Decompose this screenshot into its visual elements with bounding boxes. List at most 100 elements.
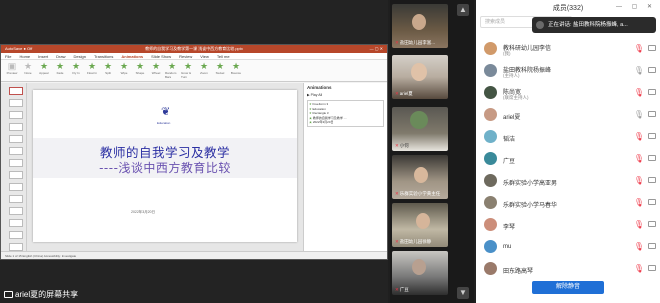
video-tile-name: ✕乐群实验小学黄主任: [395, 191, 440, 197]
video-tile[interactable]: ✕ariel夏: [392, 55, 448, 99]
slide-thumbnail[interactable]: [9, 219, 23, 227]
slide-thumbnail[interactable]: [9, 207, 23, 215]
scroll-up-icon[interactable]: ▲: [457, 4, 469, 16]
ribbon-swivel[interactable]: ★ Swivel: [213, 60, 227, 80]
member-row[interactable]: 广豆 🎙︎: [476, 148, 660, 170]
member-row[interactable]: 盐田教科院杨振峰 (主持人) 🎙︎: [476, 60, 660, 82]
menu-home[interactable]: Home: [19, 53, 30, 59]
slide-thumbnail[interactable]: [9, 195, 23, 203]
member-name: ariel夏: [503, 115, 521, 121]
video-tile[interactable]: ✕盐田幼儿园徐静: [392, 203, 448, 247]
window-controls-icon[interactable]: — ▢ ✕: [370, 45, 383, 53]
video-tile[interactable]: ✕广豆: [392, 251, 448, 295]
mic-muted-icon[interactable]: 🎙︎: [634, 88, 644, 97]
ribbon-grow-turn[interactable]: ★ Grow & Turn: [181, 61, 195, 80]
play-all-button[interactable]: ▶ Play All: [307, 93, 384, 97]
slide-date[interactable]: 2022年3月20日: [131, 210, 155, 215]
mic-icon[interactable]: 🎙︎: [634, 66, 644, 75]
ribbon-fly-in[interactable]: ★ Fly In: [69, 61, 83, 80]
mic-muted-icon[interactable]: 🎙︎: [634, 198, 644, 207]
star-icon: ★: [135, 60, 145, 71]
menu-file[interactable]: File: [5, 53, 11, 59]
ribbon-bounce[interactable]: ★ Bounce: [229, 61, 243, 80]
ribbon-appear[interactable]: ★ Appear: [37, 61, 51, 80]
ribbon-zoom[interactable]: ★ Zoom: [197, 61, 211, 80]
mic-muted-icon[interactable]: 🎙︎: [634, 132, 644, 141]
mic-muted-icon: ✕: [395, 40, 399, 45]
menu-insert[interactable]: Insert: [38, 53, 48, 59]
slide-thumbnail[interactable]: [9, 171, 23, 179]
ribbon-float-in[interactable]: ★ Float In: [85, 60, 99, 80]
mic-icon[interactable]: 🎙︎: [634, 110, 644, 119]
avatar: [484, 218, 497, 231]
member-row[interactable]: 乐群实验小学高亚男 🎙︎: [476, 170, 660, 192]
menu-transitions[interactable]: Transitions: [94, 53, 113, 59]
menu-slide-show[interactable]: Slide Show: [151, 53, 171, 59]
member-row[interactable]: 乐群实验小学马春华 🎙︎: [476, 192, 660, 214]
slide-thumbnail[interactable]: [9, 87, 23, 95]
video-tile[interactable]: ✕乐群实验小学黄主任: [392, 155, 448, 199]
menu-animations[interactable]: Animations: [121, 53, 143, 59]
ribbon-split[interactable]: ★ Split: [101, 61, 115, 80]
ribbon-none[interactable]: ★ None: [21, 61, 35, 80]
video-name-text: 盐田幼儿园李富...: [399, 40, 436, 45]
ppt-workspace: ❦ Education 教师的自我学习及教学 ----浅谈中西方教育比较 202…: [1, 83, 387, 251]
current-slide[interactable]: ❦ Education 教师的自我学习及教学 ----浅谈中西方教育比较 202…: [33, 90, 297, 242]
members-title: 成员(332): [552, 5, 584, 12]
member-row[interactable]: ariel夏 🎙︎: [476, 104, 660, 126]
unmute-all-button[interactable]: 解除静音: [532, 281, 604, 294]
ribbon-fade[interactable]: ★ Fade: [53, 61, 67, 80]
ribbon-preview[interactable]: ▣ Preview: [5, 61, 19, 80]
menu-tell-me[interactable]: Tell me: [217, 53, 230, 59]
ribbon-random-bars[interactable]: ★ Random Bars: [165, 61, 179, 80]
member-row[interactable]: 陈尚宽 (联席主持人) 🎙︎: [476, 82, 660, 104]
member-row[interactable]: 田东路高琴 🎙︎: [476, 258, 660, 280]
menu-draw[interactable]: Draw: [56, 53, 65, 59]
member-row[interactable]: 教科研幼儿园李信 (我) 🎙︎: [476, 38, 660, 60]
star-icon: ★: [87, 60, 97, 71]
camera-icon: [648, 45, 656, 51]
slide-thumbnail[interactable]: [9, 243, 23, 251]
slide-subtitle[interactable]: ----浅谈中西方教育比较: [33, 159, 297, 176]
ribbon-label: Shape: [135, 70, 145, 75]
ribbon-shape[interactable]: ★ Shape: [133, 60, 147, 80]
slide-thumbnail[interactable]: [9, 183, 23, 191]
ribbon-label: Fade: [56, 70, 64, 75]
mic-muted-icon[interactable]: 🎙︎: [634, 242, 644, 251]
star-icon: ★: [215, 60, 225, 71]
slide-thumbnail[interactable]: [9, 159, 23, 167]
ppt-title-text: 教师的自我学习及教学第一课 浅谈中西方教育比较.pptx: [145, 46, 243, 51]
slide-thumbnail[interactable]: [9, 123, 23, 131]
camera-icon: [648, 67, 656, 73]
mic-muted-icon[interactable]: 🎙︎: [634, 44, 644, 53]
video-tile[interactable]: ✕小何: [392, 107, 448, 151]
member-row[interactable]: 韬洁 🎙︎: [476, 126, 660, 148]
leaf-logo-icon: ❦: [161, 106, 171, 118]
slide-thumbnail[interactable]: [9, 231, 23, 239]
avatar: [484, 152, 497, 165]
scroll-down-icon[interactable]: ▼: [457, 287, 469, 299]
mic-muted-icon[interactable]: 🎙︎: [634, 220, 644, 229]
mic-muted-icon[interactable]: 🎙︎: [634, 154, 644, 163]
ribbon-wheel[interactable]: ★ Wheel: [149, 61, 163, 80]
menu-review[interactable]: Review: [179, 53, 192, 59]
mic-muted-icon[interactable]: 🎙︎: [634, 264, 644, 273]
video-tile[interactable]: ✕盐田幼儿园李富...: [392, 4, 448, 48]
slide-thumbnail[interactable]: [9, 99, 23, 107]
slide-thumbnail[interactable]: [9, 135, 23, 143]
member-row[interactable]: mu 🎙︎: [476, 236, 660, 258]
member-row[interactable]: 李琴 🎙︎: [476, 214, 660, 236]
member-name: 乐群实验小学高亚男: [503, 181, 558, 187]
autosave-toggle[interactable]: AutoSave ● Off: [5, 45, 32, 53]
menu-view[interactable]: View: [200, 53, 209, 59]
ribbon-wipe[interactable]: ★ Wipe: [117, 61, 131, 80]
menu-design[interactable]: Design: [73, 53, 85, 59]
mic-muted-icon[interactable]: 🎙︎: [634, 176, 644, 185]
slide-thumbnail[interactable]: [9, 111, 23, 119]
panel-window-controls-icon[interactable]: — ▢ ✕: [616, 3, 656, 10]
ppt-menu-bar: File Home Insert Draw Design Transitions…: [1, 53, 387, 60]
slide-thumbnail[interactable]: [9, 147, 23, 155]
camera-icon: [648, 89, 656, 95]
animation-item[interactable]: ★ 2022年3月20日: [309, 120, 382, 125]
members-panel: 成员(332) — ▢ ✕ 搜索成员 正在讲话: 盐田教科院杨振峰, a... …: [476, 0, 660, 303]
